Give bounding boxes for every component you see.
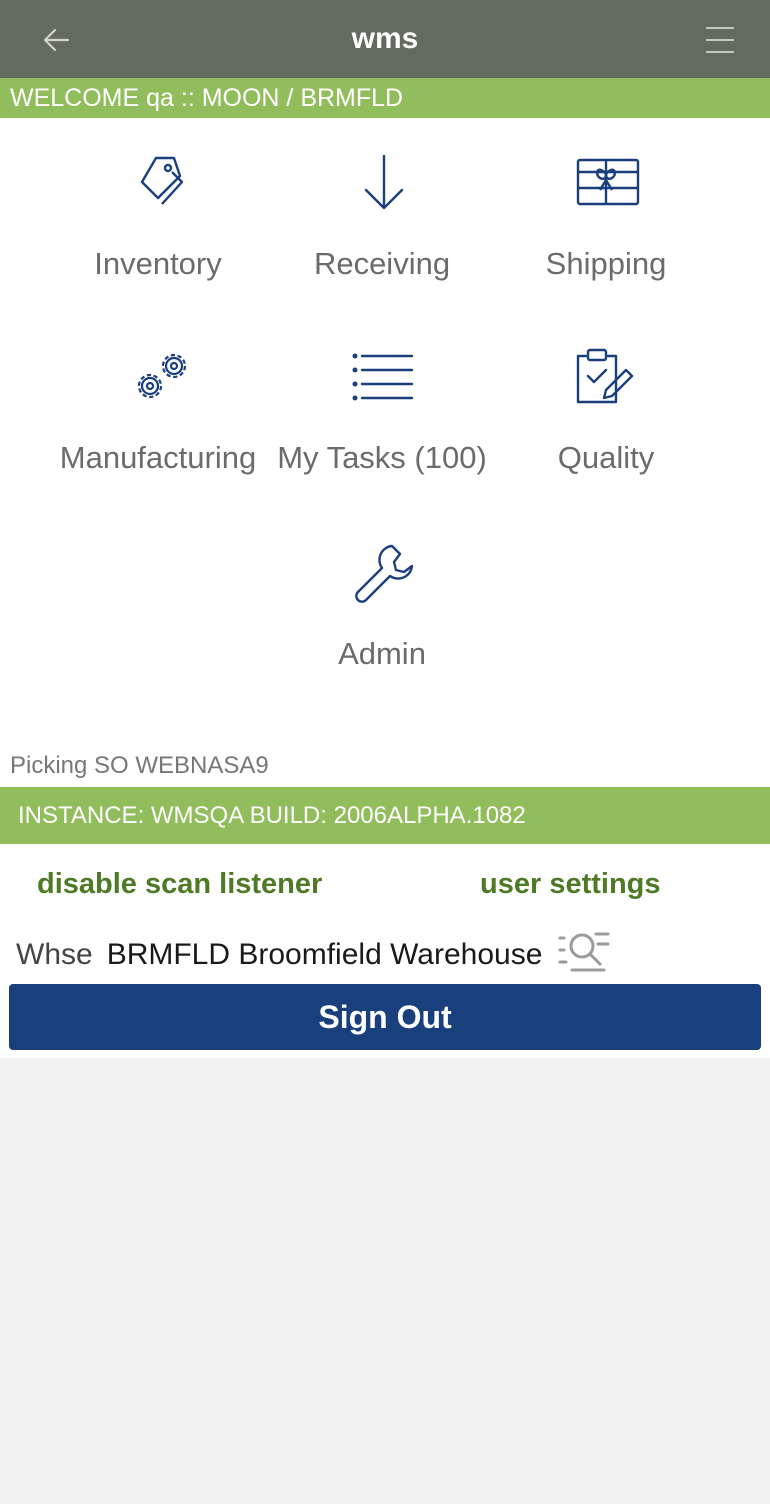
user-settings-link[interactable]: user settings <box>480 868 661 901</box>
warehouse-row: Whse BRMFLD Broomfield Warehouse <box>16 938 542 972</box>
picking-status: Picking SO WEBNASA9 <box>10 752 269 779</box>
menu-tile-quality[interactable]: Quality <box>486 346 726 506</box>
warehouse-label: Whse <box>16 938 93 971</box>
tag-icon <box>140 156 184 205</box>
menu-label-manufacturing: Manufacturing <box>59 440 257 475</box>
menu-tile-admin[interactable]: Admin <box>262 542 502 702</box>
welcome-banner: WELCOME qa :: MOON / BRMFLD <box>0 78 770 118</box>
app-header: wms <box>0 0 770 78</box>
instance-build-banner: INSTANCE: WMSQA BUILD: 2006ALPHA.1082 <box>0 787 770 844</box>
menu-tile-manufacturing[interactable]: Manufacturing <box>38 346 278 506</box>
hamburger-menu-icon[interactable] <box>700 22 740 58</box>
wrench-icon <box>355 544 414 603</box>
menu-label-shipping: Shipping <box>545 246 667 281</box>
menu-tile-my-tasks[interactable]: My Tasks (100) <box>262 346 502 506</box>
menu-label-inventory: Inventory <box>94 246 222 281</box>
gift-box-icon <box>576 158 640 206</box>
arrow-down-icon <box>364 154 404 210</box>
list-icon <box>352 353 414 401</box>
menu-label-quality: Quality <box>557 440 655 475</box>
sign-out-button[interactable]: Sign Out <box>9 984 761 1050</box>
main-menu-panel: Inventory Receiving Shipping Manufacturi… <box>0 118 770 1058</box>
warehouse-value: BRMFLD Broomfield Warehouse <box>106 938 543 971</box>
menu-tile-inventory[interactable]: Inventory <box>38 152 278 312</box>
search-list-icon[interactable] <box>556 930 612 976</box>
menu-tile-receiving[interactable]: Receiving <box>262 152 502 312</box>
app-title: wms <box>351 22 419 55</box>
menu-label-admin: Admin <box>338 636 426 671</box>
menu-tile-shipping[interactable]: Shipping <box>486 152 726 312</box>
menu-label-receiving: Receiving <box>313 246 451 281</box>
clipboard-check-icon <box>576 348 634 404</box>
disable-scan-listener-link[interactable]: disable scan listener <box>37 868 322 901</box>
menu-label-my-tasks: My Tasks (100) <box>277 440 487 475</box>
gears-icon <box>137 353 187 399</box>
